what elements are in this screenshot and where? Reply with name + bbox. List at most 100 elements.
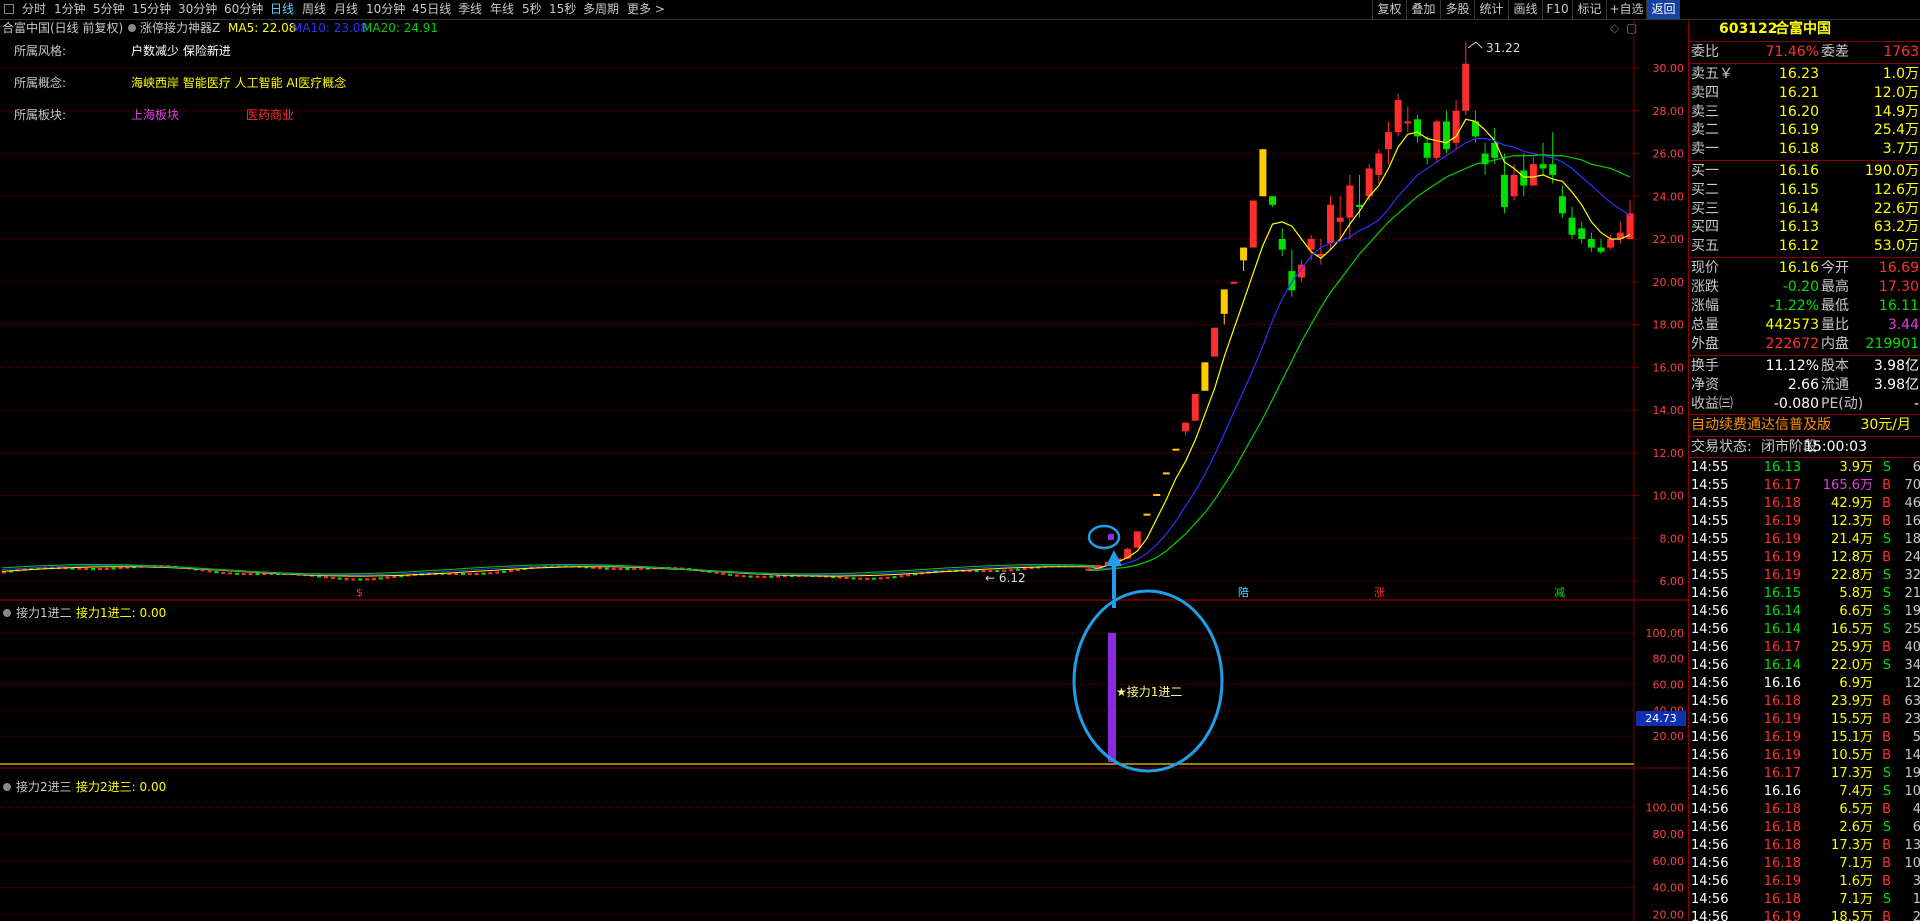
candle (1172, 448, 1180, 451)
period-tab[interactable]: 分时 (22, 0, 46, 19)
stat-label: 今开 (1821, 260, 1849, 276)
price-tick-label: 18.00 (1653, 319, 1685, 332)
bottom-mark: 陪 (1238, 585, 1249, 599)
menu-square-icon[interactable] (4, 4, 14, 14)
indicator-tick-label: 40.00 (1653, 882, 1685, 895)
tool-6[interactable]: 标记 (1572, 0, 1606, 19)
candle (1133, 531, 1141, 548)
tick-price: 16.18 (1763, 838, 1801, 853)
period-tab[interactable]: 年线 (490, 0, 514, 19)
price-tick-label: 6.00 (1660, 575, 1685, 588)
stat-row: 涨跌 -0.20 最高 17.30 (1689, 278, 1920, 297)
period-tab[interactable]: 15秒 (549, 0, 576, 19)
candle (892, 576, 897, 579)
tick-time: 14:56 (1691, 622, 1729, 637)
period-tab[interactable]: 60分钟 (224, 0, 263, 19)
period-tab[interactable]: 15分钟 (132, 0, 171, 19)
tool-1[interactable]: 叠加 (1406, 0, 1440, 19)
tick-row: 14:56 16.18 2.6万 S 6 (1689, 819, 1920, 837)
stat-value: 442573 (1765, 317, 1819, 333)
bid-volume: 190.0万 (1864, 163, 1919, 179)
period-tab[interactable]: 1分钟 (54, 0, 86, 19)
candle (1442, 121, 1450, 150)
candle (1143, 513, 1151, 516)
tick-volume: 7.1万 (1839, 856, 1873, 871)
divider (1689, 414, 1920, 415)
period-tab[interactable]: 5分钟 (93, 0, 125, 19)
candle (1597, 247, 1605, 252)
period-tab[interactable]: 周线 (302, 0, 326, 19)
candle (858, 577, 863, 580)
tick-volume: 165.6万 (1822, 478, 1873, 493)
period-tab[interactable]: 更多 > (627, 0, 665, 19)
period-tab[interactable]: 10分钟 (366, 0, 405, 19)
period-tab[interactable]: 45日线 (412, 0, 451, 19)
tick-price: 16.17 (1763, 478, 1801, 493)
candle (1230, 281, 1238, 284)
panel-dot-icon[interactable] (3, 609, 11, 617)
tick-row: 14:56 16.19 15.1万 B 5 (1689, 729, 1920, 747)
chart-area[interactable]: 合富中国(日线 前复权) 涨停接力神器Z MA5: 22.08MA10: 23.08… (0, 20, 1688, 921)
tick-volume: 25.9万 (1831, 640, 1873, 655)
tool-4[interactable]: 画线 (1508, 0, 1542, 19)
diamond-icon: ◇ (1610, 21, 1620, 35)
stat-value: 3.44 (1887, 317, 1919, 333)
tool-7[interactable]: +自选 (1606, 0, 1646, 19)
tool-5[interactable]: F10 (1542, 0, 1572, 19)
ask-label: 卖五￥ (1691, 66, 1733, 82)
ask-label: 卖四 (1691, 84, 1719, 101)
tick-count: 2 (1912, 910, 1920, 921)
tool-3[interactable]: 统计 (1474, 0, 1508, 19)
tick-side: B (1882, 640, 1891, 655)
sector-value-1[interactable]: 上海板块 (131, 106, 179, 123)
signal-highlight-circle (1072, 589, 1224, 773)
tick-row: 14:56 16.18 17.3万 B 13 (1689, 837, 1920, 855)
tick-price: 16.18 (1763, 496, 1801, 511)
weibi-row: 委比 71.46% 委差 1763 (1689, 43, 1920, 62)
period-tab[interactable]: 月线 (334, 0, 358, 19)
period-tab[interactable]: 多周期 (583, 0, 619, 19)
tick-price: 16.18 (1763, 892, 1801, 907)
bid-label: 买四 (1691, 219, 1719, 236)
period-tab[interactable]: 季线 (458, 0, 482, 19)
tick-row: 14:55 16.19 12.8万 B 24 (1689, 549, 1920, 567)
tool-0[interactable]: 复权 (1372, 0, 1406, 19)
stat-value: 222672 (1765, 336, 1819, 352)
ask-price: 16.19 (1778, 122, 1819, 139)
stat-value: 17.30 (1878, 279, 1919, 295)
stat-label: 涨跌 (1691, 279, 1719, 295)
tick-side: B (1882, 874, 1891, 889)
candle (214, 571, 219, 574)
tick-price: 16.18 (1763, 694, 1801, 709)
tick-side: S (1882, 892, 1891, 907)
candle (1259, 149, 1267, 197)
indicator-dot-icon[interactable] (128, 24, 136, 32)
fin-value: - (1913, 396, 1919, 412)
candle (1607, 239, 1615, 248)
high-marker (1467, 41, 1483, 49)
promo-row[interactable]: 自动续费通达信普及版 30元/月 (1689, 416, 1920, 435)
tick-count: 14 (1904, 748, 1920, 763)
candle (392, 575, 397, 579)
tool-8[interactable]: 返回 (1646, 0, 1680, 19)
period-tab[interactable]: 30分钟 (178, 0, 217, 19)
candle (118, 567, 123, 570)
tick-count: 23 (1904, 712, 1920, 727)
stat-label: 最高 (1821, 279, 1849, 295)
stock-code: 603122 (1719, 21, 1778, 37)
ma5-label: MA5: 22.08 (228, 21, 296, 35)
ask-price: 16.18 (1778, 141, 1819, 158)
tool-2[interactable]: 多股 (1440, 0, 1474, 19)
period-tab[interactable]: 5秒 (522, 0, 542, 19)
sector-value-2[interactable]: 医药商业 (246, 106, 294, 123)
tick-time: 14:56 (1691, 730, 1729, 745)
ask-volume: 25.4万 (1873, 122, 1919, 139)
panel-dot-icon[interactable] (3, 783, 11, 791)
period-tab[interactable]: 日线 (270, 0, 294, 19)
tick-volume: 17.3万 (1831, 838, 1873, 853)
candle (221, 571, 226, 574)
candle (1500, 174, 1508, 207)
candle (1539, 164, 1547, 169)
indicator-tick-label: 80.00 (1653, 653, 1685, 666)
tick-count: 10 (1904, 856, 1920, 871)
